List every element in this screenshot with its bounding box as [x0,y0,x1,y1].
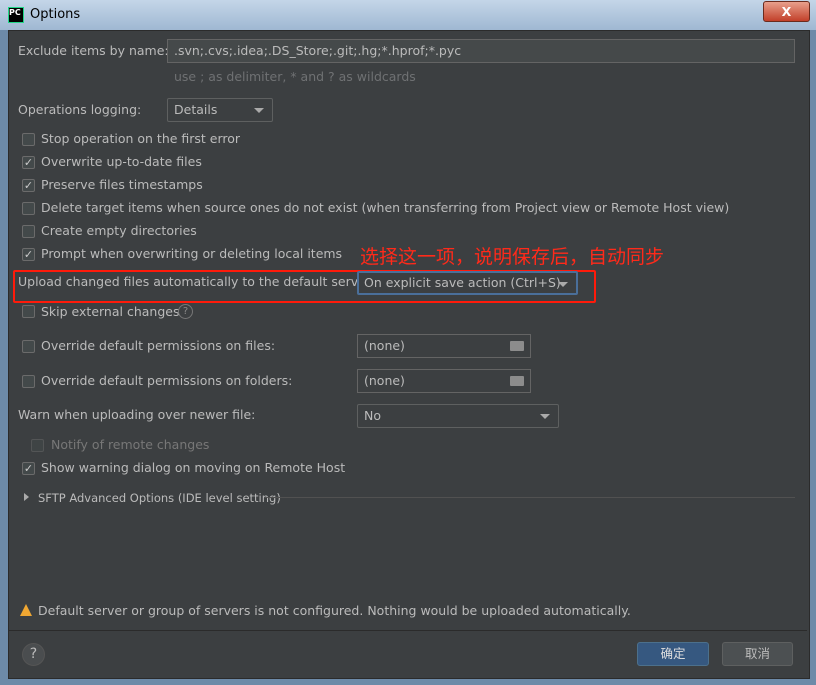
logging-label: Operations logging: [18,102,142,117]
upload-label: Upload changed files automatically to th… [18,274,371,289]
option-label: Stop operation on the first error [41,131,241,146]
exclude-input[interactable]: .svn;.cvs;.idea;.DS_Store;.git;.hg;*.hpr… [167,39,795,63]
cancel-button[interactable]: 取消 [722,642,793,666]
exclude-label: Exclude items by name: [18,43,169,58]
perm-files-field[interactable]: (none) [357,334,531,358]
chevron-down-icon [558,282,568,287]
option-checkbox[interactable] [22,133,35,146]
perm-files-label: Override default permissions on files: [41,338,276,353]
upload-dropdown[interactable]: On explicit save action (Ctrl+S) [357,271,578,295]
upload-value: On explicit save action (Ctrl+S) [364,275,561,290]
warn-value: No [364,408,381,423]
annotation-text: 选择这一项，说明保存后，自动同步 [360,246,665,268]
option-label: Preserve files timestamps [41,177,203,192]
option-label: Overwrite up-to-date files [41,154,202,169]
close-button[interactable]: X [763,1,810,22]
perm-files-checkbox[interactable] [22,340,35,353]
notify-label: Notify of remote changes [51,437,210,452]
divider [265,497,795,498]
title-bar: PC Options X [0,0,816,30]
option-label: Create empty directories [41,223,197,238]
exclude-hint: use ; as delimiter, * and ? as wildcards [174,69,416,84]
logging-dropdown[interactable]: Details [167,98,273,122]
help-button[interactable]: ? [22,643,45,666]
option-checkbox[interactable]: ✓ [22,248,35,261]
perm-folders-value: (none) [364,373,405,388]
warning-icon [20,604,32,616]
perm-folders-label: Override default permissions on folders: [41,373,293,388]
help-circle-icon[interactable]: ? [178,304,193,319]
skip-external-label: Skip external changes [41,304,180,319]
window-title: Options [30,7,81,22]
logging-value: Details [174,102,218,117]
show-warning-checkbox[interactable]: ✓ [22,462,35,475]
expand-triangle-icon[interactable] [24,493,29,501]
divider [9,630,807,631]
perm-folders-field[interactable]: (none) [357,369,531,393]
perm-files-value: (none) [364,338,405,353]
folder-icon[interactable] [510,341,524,351]
option-checkbox[interactable]: ✓ [22,179,35,192]
option-checkbox[interactable]: ✓ [22,156,35,169]
warn-label: Warn when uploading over newer file: [18,407,256,422]
perm-folders-checkbox[interactable] [22,375,35,388]
chevron-down-icon [254,108,264,113]
warning-message: Default server or group of servers is no… [38,603,631,618]
option-label: Delete target items when source ones do … [41,200,730,215]
pycharm-app-icon: PC [8,7,24,23]
ok-button[interactable]: 确定 [637,642,709,666]
folder-icon[interactable] [510,376,524,386]
chevron-down-icon [540,414,550,419]
sftp-advanced-toggle[interactable]: SFTP Advanced Options (IDE level setting… [38,490,281,506]
option-checkbox[interactable] [22,225,35,238]
option-checkbox[interactable] [22,202,35,215]
notify-checkbox[interactable] [31,439,44,452]
show-warning-label: Show warning dialog on moving on Remote … [41,460,346,475]
skip-external-checkbox[interactable] [22,305,35,318]
option-label: Prompt when overwriting or deleting loca… [41,246,343,261]
warn-dropdown[interactable]: No [357,404,559,428]
